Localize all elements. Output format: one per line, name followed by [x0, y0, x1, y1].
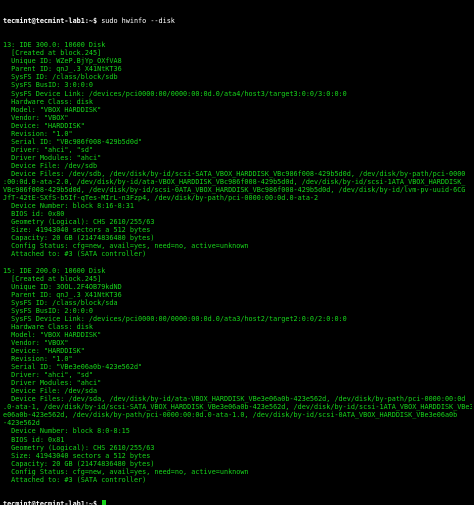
output-line: :00:0d.0-ata-2.0, /dev/disk/by-id/ata-VB… [3, 178, 466, 187]
output-line: Model: "VBOX HARDDISK" [3, 105, 102, 114]
output-line: Vendor: "VBOX" [3, 338, 69, 347]
output-line: Capacity: 20 GB (21474836480 bytes) [3, 459, 155, 468]
output-line: .0-ata-1, /dev/disk/by-id/scsi-SATA_VBOX… [3, 403, 472, 412]
output-line: 15: IDE 200.0: 10600 Disk [3, 266, 106, 275]
command-line: tecmint@tecmint-lab1:~$ sudo hwinfo --di… [3, 17, 472, 25]
output-line: Capacity: 20 GB (21474836480 bytes) [3, 234, 155, 243]
output-line: Unique ID: 3OOL.2F4OB79kdND [3, 282, 122, 291]
output-line: Geometry (Logical): CHS 2610/255/63 [3, 218, 155, 227]
output-line: e06a0b-423e562d, /dev/disk/by-path/pci-0… [3, 411, 458, 420]
command-output: 13: IDE 300.0: 10600 Disk [Created at bl… [3, 41, 472, 484]
output-line: Serial ID: "VBe3e06a0b-423e562d" [3, 363, 143, 372]
text-cursor [102, 499, 107, 505]
output-line: Driver Modules: "ahci" [3, 379, 102, 388]
output-line: BIOS id: 0x81 [3, 435, 65, 444]
output-line: Device File: /dev/sda [3, 387, 98, 396]
output-line: Attached to: #3 (SATA controller) [3, 475, 147, 484]
output-line: Config Status: cfg=new, avail=yes, need=… [3, 242, 249, 251]
output-line: SysFS BusID: 2:0:0:0 [3, 306, 94, 315]
output-line: Hardware Class: disk [3, 322, 94, 331]
output-line: Driver Modules: "ahci" [3, 153, 102, 162]
output-line: Config Status: cfg=new, avail=yes, need=… [3, 467, 249, 476]
output-line: [Created at block.245] [3, 274, 102, 283]
output-line: Size: 41943040 sectors a 512 bytes [3, 451, 151, 460]
output-line: Parent ID: qnJ_.3 X41NtKT36 [3, 65, 122, 74]
output-line: Device: "HARDDISK" [3, 347, 85, 356]
terminal-window[interactable]: tecmint@tecmint-lab1:~$ sudo hwinfo --di… [0, 0, 474, 505]
output-line: SysFS Device Link: /devices/pci0000:00/0… [3, 314, 347, 323]
output-line: BIOS id: 0x80 [3, 210, 65, 219]
output-line: SysFS BusID: 3:0:0:0 [3, 81, 94, 90]
output-line: SysFS Device Link: /devices/pci0000:00/0… [3, 89, 347, 98]
output-line: -423e562d [3, 419, 40, 428]
output-line: Device Files: /dev/sdb, /dev/disk/by-id/… [3, 169, 466, 178]
shell-prompt: tecmint@tecmint-lab1:~$ [3, 499, 98, 505]
output-line: Driver: "ahci", "sd" [3, 371, 94, 380]
output-line: Revision: "1.0" [3, 355, 73, 364]
output-line: Device File: /dev/sdb [3, 161, 98, 170]
output-line: JfT-42tE-SXfS-b5If-qTes-MIrL-n3Fzp4, /de… [3, 194, 319, 203]
output-line: SysFS ID: /class/block/sdb [3, 73, 118, 82]
output-line: Serial ID: "VBc986f008-429b5d0d" [3, 137, 143, 146]
output-line: SysFS ID: /class/block/sda [3, 298, 118, 307]
entered-command: sudo hwinfo --disk [97, 17, 175, 26]
active-command-line[interactable]: tecmint@tecmint-lab1:~$ [3, 499, 472, 505]
output-line: Device Number: block 8:16-8:31 [3, 202, 134, 211]
output-line: Driver: "ahci", "sd" [3, 145, 94, 154]
output-line: 13: IDE 300.0: 10600 Disk [3, 41, 106, 50]
output-line: Size: 41943040 sectors a 512 bytes [3, 226, 151, 235]
output-line: VBc986f008-429b5d0d, /dev/disk/by-id/scs… [3, 186, 466, 195]
output-line: Device Files: /dev/sda, /dev/disk/by-id/… [3, 395, 466, 404]
output-line: Revision: "1.0" [3, 129, 73, 138]
shell-prompt: tecmint@tecmint-lab1:~$ [3, 17, 98, 26]
output-line: Hardware Class: disk [3, 97, 94, 106]
output-line: Model: "VBOX HARDDISK" [3, 330, 102, 339]
output-line: Unique ID: WZeP.BjYp_OXfVA8 [3, 57, 122, 66]
output-line: Device Number: block 8:0-8:15 [3, 427, 130, 436]
output-line: Vendor: "VBOX" [3, 113, 69, 122]
output-line: Device: "HARDDISK" [3, 121, 85, 130]
output-line: Attached to: #3 (SATA controller) [3, 250, 147, 259]
output-line: Parent ID: qnJ_.3 X41NtKT36 [3, 290, 122, 299]
output-line: Geometry (Logical): CHS 2610/255/63 [3, 443, 155, 452]
output-line: [Created at block.245] [3, 49, 102, 58]
